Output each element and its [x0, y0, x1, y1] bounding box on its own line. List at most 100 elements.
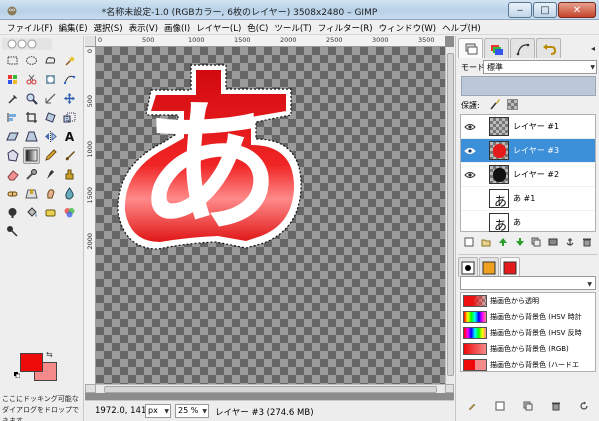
horizontal-ruler[interactable]: 0 500 1000 1500 2000 2500 3000 3500: [96, 36, 445, 47]
lock-alpha-icon[interactable]: [507, 99, 518, 110]
horizontal-scroll-thumb[interactable]: [104, 386, 437, 393]
visibility-toggle[interactable]: [461, 163, 479, 187]
opacity-slider[interactable]: [461, 76, 596, 96]
vertical-scrollbar[interactable]: [445, 47, 454, 384]
visibility-toggle[interactable]: [461, 187, 479, 211]
minimize-button[interactable]: ‒: [508, 2, 532, 18]
airbrush-tool-button[interactable]: [23, 166, 40, 183]
foreground-color-swatch[interactable]: [20, 353, 43, 372]
unit-select[interactable]: px ▼: [145, 404, 171, 418]
duplicate-layer-button[interactable]: [530, 236, 542, 248]
lower-layer-button[interactable]: [514, 236, 526, 248]
flip-tool-button[interactable]: [42, 128, 59, 145]
vertical-scroll-thumb[interactable]: [447, 53, 454, 376]
reset-colors-icon[interactable]: [14, 372, 20, 378]
dodge-burn-tool-button[interactable]: [4, 204, 21, 221]
measure-tool-button[interactable]: [42, 90, 59, 107]
layer-row[interactable]: ああ: [461, 211, 595, 235]
menu-layer[interactable]: レイヤー(L): [193, 20, 244, 34]
color-picker-tool-button[interactable]: [4, 90, 21, 107]
color-balance-tool-button[interactable]: [61, 204, 78, 221]
quick-mask-icon[interactable]: [85, 384, 96, 393]
visibility-toggle[interactable]: [461, 139, 479, 163]
tab-patterns[interactable]: [479, 257, 499, 277]
tab-undo-history[interactable]: [536, 38, 561, 58]
paint-select-tool-button[interactable]: [4, 223, 21, 240]
delete-layer-button[interactable]: [581, 236, 593, 248]
menu-colors[interactable]: 色(C): [244, 20, 271, 34]
gradient-row[interactable]: 描画色から背景色 (HSV 時計: [461, 309, 595, 325]
anchor-layer-button[interactable]: [564, 236, 576, 248]
perspective-clone-tool-button[interactable]: [23, 185, 40, 202]
close-button[interactable]: ✕: [558, 2, 596, 18]
new-layer-button[interactable]: [463, 236, 475, 248]
tab-brushes[interactable]: [458, 257, 478, 277]
gradient-row[interactable]: 描画色から透明: [461, 293, 595, 309]
duplicate-gradient-button[interactable]: [522, 400, 534, 412]
layer-row[interactable]: レイヤー #2: [461, 163, 595, 187]
edit-gradient-button[interactable]: [466, 400, 478, 412]
foreground-select-tool-button[interactable]: [42, 71, 59, 88]
fuzzy-select-tool-button[interactable]: [61, 52, 78, 69]
zoom-select[interactable]: 25 % ▼: [175, 404, 209, 418]
raise-layer-button[interactable]: [497, 236, 509, 248]
rect-select-tool-button[interactable]: [4, 52, 21, 69]
blend-tool-button[interactable]: [23, 147, 40, 164]
bucket-fill-tool-button[interactable]: [23, 204, 40, 221]
menu-file[interactable]: ファイル(F): [4, 20, 56, 34]
delete-gradient-button[interactable]: [550, 400, 562, 412]
chain-toggle[interactable]: [479, 187, 489, 211]
paths-tool-button[interactable]: [61, 71, 78, 88]
rotate-tool-button[interactable]: [42, 109, 59, 126]
pencil-tool-button[interactable]: [42, 147, 59, 164]
menu-select[interactable]: 選択(S): [91, 20, 126, 34]
scissors-select-tool-button[interactable]: [23, 71, 40, 88]
layer-row[interactable]: レイヤー #1: [461, 115, 595, 139]
menu-help[interactable]: ヘルプ(H): [439, 20, 484, 34]
menu-tools[interactable]: ツール(T): [271, 20, 314, 34]
dock-menu-icon[interactable]: ◂: [591, 44, 595, 53]
tab-gradients[interactable]: [500, 257, 520, 277]
chain-toggle[interactable]: [479, 163, 489, 187]
menu-view[interactable]: 表示(V): [126, 20, 161, 34]
perspective-tool-button[interactable]: [23, 128, 40, 145]
align-tool-button[interactable]: [4, 109, 21, 126]
new-layer-group-button[interactable]: [480, 236, 492, 248]
image-canvas[interactable]: あ: [96, 47, 445, 384]
layer-mode-select[interactable]: 標準 ▼: [483, 60, 597, 74]
eraser-tool-button[interactable]: [4, 166, 21, 183]
ruler-corner[interactable]: [85, 36, 96, 47]
tab-paths[interactable]: [510, 38, 535, 58]
menu-windows[interactable]: ウィンドウ(W): [376, 20, 440, 34]
chain-toggle[interactable]: [479, 115, 489, 139]
maximize-button[interactable]: □: [533, 2, 557, 18]
merge-down-button[interactable]: [547, 236, 559, 248]
blur-tool-button[interactable]: [61, 185, 78, 202]
horizontal-scrollbar[interactable]: [96, 384, 445, 393]
zoom-tool-button[interactable]: [23, 90, 40, 107]
swap-colors-icon[interactable]: ⇆: [46, 350, 53, 359]
visibility-toggle[interactable]: [461, 211, 479, 235]
select-by-color-tool-button[interactable]: [4, 71, 21, 88]
shear-tool-button[interactable]: [4, 128, 21, 145]
tab-channels[interactable]: [484, 38, 509, 58]
menu-edit[interactable]: 編集(E): [56, 20, 91, 34]
cage-transform-tool-button[interactable]: [4, 147, 21, 164]
chain-toggle[interactable]: [479, 139, 489, 163]
gradient-tag-filter[interactable]: ▼: [460, 276, 596, 290]
scale-tool-button[interactable]: [61, 109, 78, 126]
paintbrush-tool-button[interactable]: [61, 147, 78, 164]
smudge-tool-button[interactable]: [42, 185, 59, 202]
layer-row[interactable]: レイヤー #3: [461, 139, 595, 163]
gradient-row[interactable]: 描画色から背景色 (RGB): [461, 341, 595, 357]
visibility-toggle[interactable]: [461, 115, 479, 139]
tab-layers[interactable]: [458, 38, 483, 58]
crop-tool-button[interactable]: [23, 109, 40, 126]
lock-pixels-icon[interactable]: [489, 98, 501, 110]
vertical-ruler[interactable]: 0 500 1000 1500 2000: [85, 47, 96, 384]
gradient-row[interactable]: 描画色から背景色 (HSV 反時: [461, 325, 595, 341]
clone-tool-button[interactable]: [61, 166, 78, 183]
ellipse-select-tool-button[interactable]: [23, 52, 40, 69]
menu-filters[interactable]: フィルター(R): [315, 20, 376, 34]
navigate-icon[interactable]: [445, 384, 454, 393]
